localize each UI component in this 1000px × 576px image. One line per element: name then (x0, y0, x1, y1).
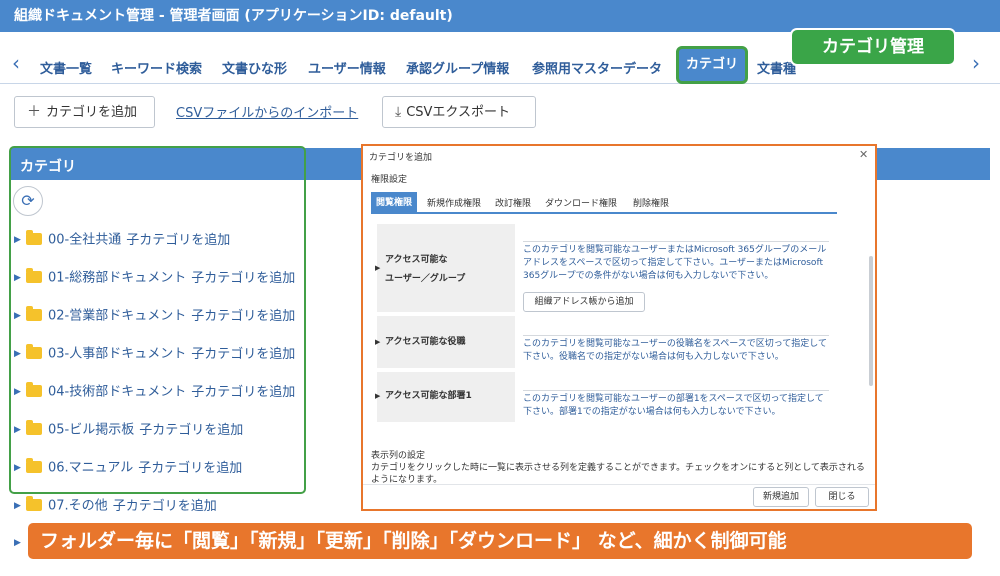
add-new-button[interactable]: 新規追加 (753, 487, 809, 507)
tree-item-name[interactable]: 07.その他 (48, 499, 108, 514)
perm-desc-dept1: このカテゴリを閲覧可能なユーザーの部署1をスペースで区切って指定して下さい。部署… (523, 394, 824, 417)
tree-item[interactable]: ▶ 05-ビル掲示板 子カテゴリを追加 (14, 419, 243, 441)
tree-item[interactable]: ▶ 07.その他 子カテゴリを追加 (14, 495, 217, 517)
tree-item-name[interactable]: 00-全社共通 (48, 233, 121, 248)
folder-icon (26, 496, 42, 511)
dialog-title: カテゴリを追加 (369, 153, 433, 163)
tab-create-permission[interactable]: 新規作成権限 (427, 196, 481, 209)
tree-item[interactable]: ▶ 03-人事部ドキュメント 子カテゴリを追加 (14, 343, 295, 365)
folder-icon (26, 458, 42, 473)
dept1-input-line (523, 390, 829, 391)
add-child-category-link[interactable]: 子カテゴリを追加 (139, 423, 243, 438)
close-button[interactable]: 閉じる (815, 487, 869, 507)
folder-icon (26, 306, 42, 321)
tree-item-name[interactable]: 05-ビル掲示板 (48, 423, 134, 438)
expand-caret-icon[interactable]: ▶ (14, 229, 24, 251)
tree-item-name[interactable]: 06.マニュアル (48, 461, 133, 476)
add-child-category-link[interactable]: 子カテゴリを追加 (138, 461, 242, 476)
tab-document-list[interactable]: 文書一覧 (40, 58, 92, 77)
expand-caret-icon[interactable]: ▶ (375, 264, 380, 272)
folder-icon (26, 344, 42, 359)
tab-document-types[interactable]: 文書種 (757, 58, 796, 77)
add-child-category-link[interactable]: 子カテゴリを追加 (191, 385, 295, 400)
callout-category-management: カテゴリ管理 (792, 30, 954, 64)
refresh-icon[interactable]: ⟳ (13, 186, 43, 216)
users-input-line (523, 241, 829, 242)
tab-reference-master[interactable]: 参照用マスターデータ (532, 58, 662, 77)
close-icon[interactable]: ✕ (859, 148, 868, 161)
download-icon: ⤓ (395, 104, 402, 120)
add-child-category-link[interactable]: 子カテゴリを追加 (191, 309, 295, 324)
tab-user-info[interactable]: ユーザー情報 (308, 58, 386, 77)
tree-item[interactable]: ▶ 00-全社共通 子カテゴリを追加 (14, 229, 230, 251)
dialog-section-title: 権限設定 (371, 175, 408, 185)
perm-label-dept1: アクセス可能な部署1 (377, 372, 515, 422)
tab-view-permission[interactable]: 閲覧権限 (371, 192, 417, 214)
tree-item[interactable]: ▶ 06.マニュアル 子カテゴリを追加 (14, 457, 242, 479)
folder-icon (26, 382, 42, 397)
permission-tabs: 閲覧権限 新規作成権限 改訂権限 ダウンロード権限 削除権限 (371, 192, 837, 214)
add-child-category-link[interactable]: 子カテゴリを追加 (191, 347, 295, 362)
tab-keyword-search[interactable]: キーワード検索 (111, 58, 202, 77)
expand-caret-icon[interactable]: ▶ (14, 267, 24, 289)
tab-document-templates[interactable]: 文書ひな形 (222, 58, 287, 77)
tree-item-name[interactable]: 02-営業部ドキュメント (48, 309, 186, 324)
add-category-button[interactable]: ＋ カテゴリを追加 (14, 96, 155, 128)
tree-item[interactable]: ▶ 04-技術部ドキュメント 子カテゴリを追加 (14, 381, 295, 403)
tab-approval-groups[interactable]: 承認グループ情報 (406, 58, 509, 77)
perm-label-users: アクセス可能な ユーザー／グループ (377, 224, 515, 312)
callout-permissions-note: フォルダー毎に「閲覧」「新規」「更新」「削除」「ダウンロード」 など、細かく制御… (28, 523, 972, 559)
add-child-category-link[interactable]: 子カテゴリを追加 (113, 499, 217, 514)
export-csv-button[interactable]: ⤓ CSVエクスポート (382, 96, 536, 128)
chevron-right-icon[interactable]: › (972, 52, 980, 74)
display-columns-desc: カテゴリをクリックした時に一覧に表示させる列を定義することができます。チェックを… (371, 463, 865, 484)
tree-item[interactable]: ▶ 02-営業部ドキュメント 子カテゴリを追加 (14, 305, 295, 327)
add-category-label: カテゴリを追加 (46, 105, 138, 120)
export-csv-label: CSVエクスポート (406, 105, 511, 120)
folder-icon (26, 230, 42, 245)
expand-caret-icon[interactable]: ▶ (14, 305, 24, 327)
tab-revise-permission[interactable]: 改訂権限 (495, 196, 531, 209)
folder-icon (26, 268, 42, 283)
add-category-dialog: カテゴリを追加 ✕ 権限設定 閲覧権限 新規作成権限 改訂権限 ダウンロード権限… (361, 144, 877, 511)
tab-category[interactable]: カテゴリ (676, 46, 748, 84)
tab-delete-permission[interactable]: 削除権限 (633, 196, 669, 209)
folder-icon (26, 420, 42, 435)
expand-caret-icon[interactable]: ▶ (375, 392, 380, 400)
expand-caret-icon[interactable]: ▶ (375, 338, 380, 346)
import-csv-link[interactable]: CSVファイルからのインポート (176, 102, 358, 121)
tree-item-name[interactable]: 04-技術部ドキュメント (48, 385, 186, 400)
expand-caret-icon[interactable]: ▶ (14, 381, 24, 403)
expand-caret-icon[interactable]: ▶ (14, 419, 24, 441)
perm-label-users-line2: ユーザー／グループ (385, 274, 466, 284)
tree-item-name[interactable]: 01-総務部ドキュメント (48, 271, 186, 286)
plus-icon: ＋ (27, 104, 41, 120)
tab-download-permission[interactable]: ダウンロード権限 (545, 196, 617, 209)
app-title-bar: 組織ドキュメント管理 - 管理者画面 (アプリケーションID: default) (0, 0, 1000, 32)
position-input-line (523, 335, 829, 336)
perm-desc-position: このカテゴリを閲覧可能なユーザーの役職名をスペースで区切って指定して下さい。役職… (523, 339, 828, 362)
dialog-scrollbar[interactable] (869, 256, 873, 386)
perm-label-users-line1: アクセス可能な (385, 255, 448, 265)
expand-caret-icon[interactable]: ▶ (14, 495, 24, 517)
expand-caret-icon[interactable]: ▶ (14, 538, 21, 548)
perm-label-position: アクセス可能な役職 (377, 316, 515, 368)
add-child-category-link[interactable]: 子カテゴリを追加 (126, 233, 230, 248)
chevron-left-icon[interactable]: ‹ (12, 52, 20, 74)
perm-desc-users: このカテゴリを閲覧可能なユーザーまたはMicrosoft 365グループのメール… (523, 245, 827, 281)
org-address-book-button[interactable]: 組織アドレス帳から追加 (523, 292, 645, 312)
tree-item[interactable]: ▶ 01-総務部ドキュメント 子カテゴリを追加 (14, 267, 295, 289)
add-child-category-link[interactable]: 子カテゴリを追加 (191, 271, 295, 286)
expand-caret-icon[interactable]: ▶ (14, 343, 24, 365)
app-title: 組織ドキュメント管理 - 管理者画面 (アプリケーションID: default) (14, 8, 453, 24)
expand-caret-icon[interactable]: ▶ (14, 457, 24, 479)
display-columns-title: 表示列の設定 (371, 451, 426, 461)
tree-item-name[interactable]: 03-人事部ドキュメント (48, 347, 186, 362)
